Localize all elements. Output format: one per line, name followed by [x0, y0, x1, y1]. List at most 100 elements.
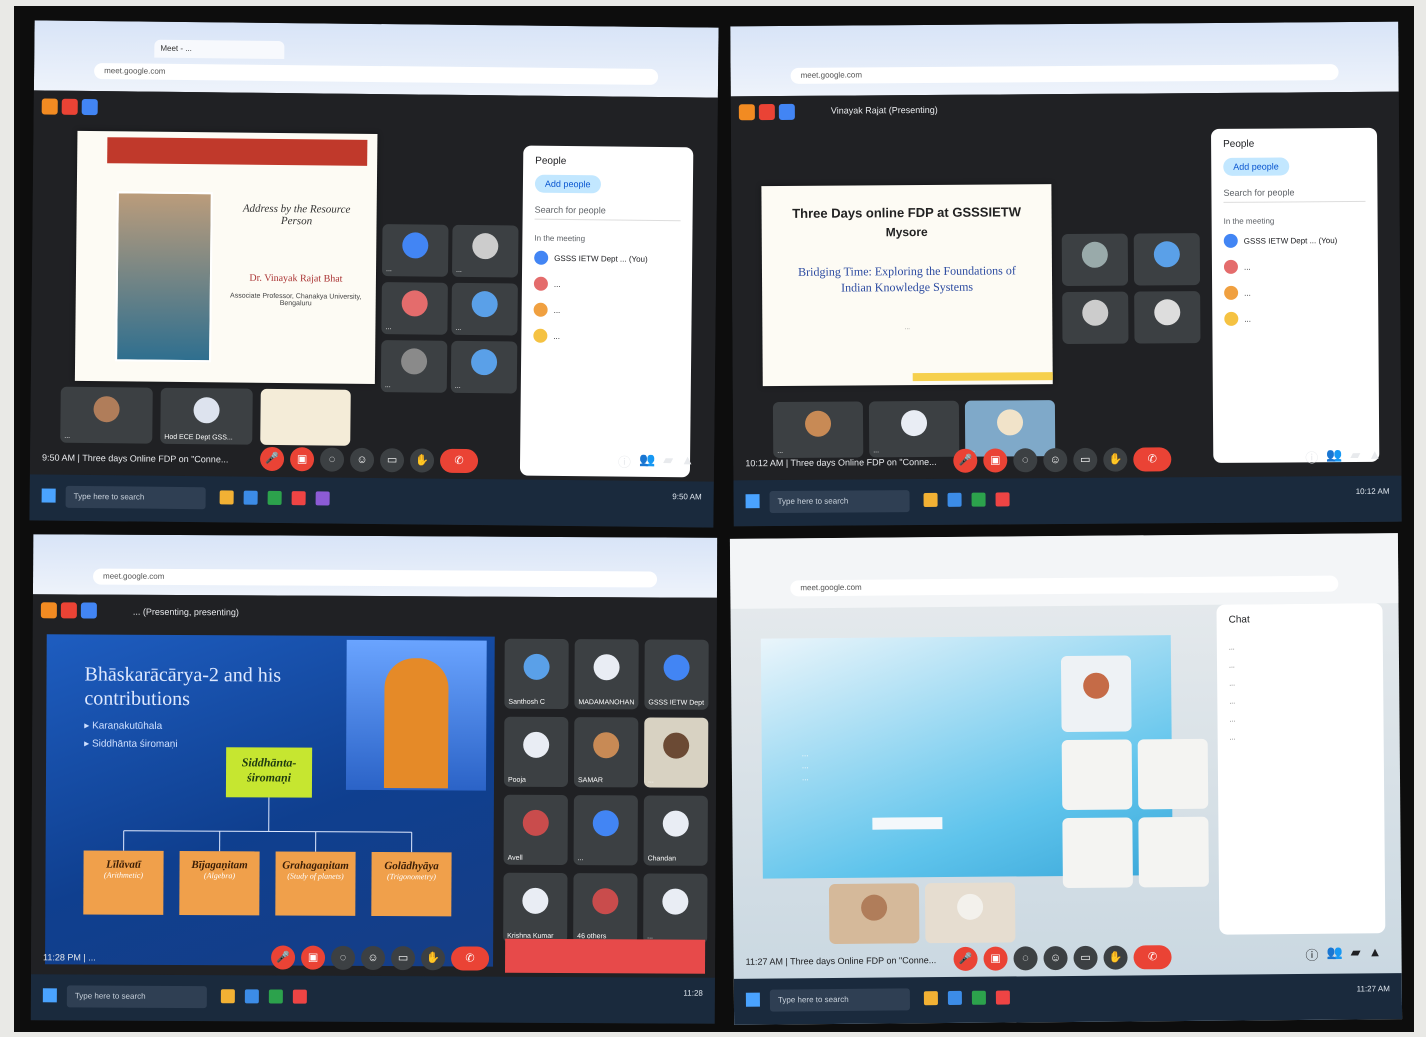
raise-hand-button[interactable]: ✋ [420, 946, 446, 971]
address-bar[interactable]: meet.google.com [94, 63, 659, 85]
app-icon[interactable] [778, 103, 795, 121]
participant-tile[interactable]: ... [868, 400, 960, 458]
raise-hand-button[interactable]: ✋ [1103, 447, 1128, 472]
camera-button[interactable]: ▣ [289, 447, 315, 472]
folder-icon[interactable] [219, 490, 234, 505]
participant-tile[interactable]: ... [380, 340, 448, 393]
present-button[interactable]: ▭ [1073, 945, 1098, 970]
chat-icon[interactable]: ▰ [663, 452, 673, 471]
activities-icon[interactable]: ▲ [1369, 944, 1382, 963]
info-icon[interactable]: ⓘ [618, 452, 631, 471]
leave-call-button[interactable]: ✆ [439, 448, 479, 474]
participant-row[interactable]: ... [521, 323, 691, 351]
store-icon[interactable] [268, 989, 283, 1004]
mic-button[interactable]: 🎤 [953, 946, 978, 971]
app-icon[interactable] [41, 98, 58, 115]
taskbar-search[interactable]: Type here to search [769, 490, 910, 514]
camera-button[interactable]: ▣ [301, 945, 326, 970]
present-button[interactable]: ▭ [379, 448, 405, 473]
participant-tile[interactable]: ... [450, 340, 518, 394]
edge-icon[interactable] [947, 492, 962, 507]
app-icon[interactable] [60, 602, 77, 619]
search-people-input[interactable]: Search for people [1223, 186, 1366, 203]
participant-tile[interactable] [828, 883, 920, 945]
browser-tab[interactable]: Meet - ... [154, 39, 285, 60]
participant-tile[interactable]: ... [772, 401, 864, 459]
app-icon[interactable] [40, 602, 57, 619]
app-icon[interactable] [81, 98, 98, 116]
reactions-button[interactable]: ☺ [349, 447, 375, 473]
screen-preview-tile[interactable] [260, 388, 351, 446]
store-icon[interactable] [971, 492, 986, 507]
taskbar-search[interactable]: Type here to search [66, 985, 207, 1009]
folder-icon[interactable] [220, 989, 235, 1004]
participant-row[interactable]: GSSS IETW Dept ... (You) [1212, 227, 1378, 254]
mic-button[interactable]: 🎤 [953, 448, 978, 473]
participant-row[interactable]: ... [1212, 253, 1378, 280]
participant-tile[interactable]: Krishna Kumar [503, 872, 568, 944]
participant-tile[interactable]: 46 others [573, 873, 638, 944]
app-icon[interactable] [738, 104, 755, 121]
participant-tile[interactable]: Santhosh C [504, 638, 569, 710]
taskbar-search[interactable]: Type here to search [65, 485, 206, 510]
address-bar[interactable]: meet.google.com [790, 575, 1339, 597]
reactions-button[interactable]: ☺ [361, 945, 386, 971]
reactions-button[interactable]: ☺ [1043, 945, 1068, 971]
leave-call-button[interactable]: ✆ [1133, 945, 1172, 970]
app-icon[interactable] [61, 98, 78, 115]
folder-icon[interactable] [923, 492, 938, 507]
search-people-input[interactable]: Search for people [534, 204, 681, 222]
camera-button[interactable]: ▣ [983, 946, 1008, 971]
participant-tile[interactable] [1061, 233, 1129, 287]
app-icon[interactable] [315, 491, 330, 506]
app-icon[interactable] [758, 104, 775, 121]
people-icon[interactable]: 👥 [639, 452, 655, 471]
chrome-icon[interactable] [291, 491, 306, 506]
people-icon[interactable]: 👥 [1326, 447, 1342, 466]
participant-row[interactable]: GSSS IETW Dept ... (You) [522, 245, 692, 273]
participant-tile[interactable]: ... [60, 386, 153, 444]
participant-tile[interactable] [1133, 233, 1201, 286]
participant-tile[interactable]: ... [451, 282, 518, 336]
windows-start-icon[interactable] [745, 494, 760, 509]
chat-icon[interactable]: ▰ [1350, 447, 1360, 466]
mic-button[interactable]: 🎤 [271, 945, 296, 970]
participant-tile[interactable]: ... [573, 795, 638, 866]
add-people-button[interactable]: Add people [1223, 157, 1289, 176]
chrome-icon[interactable] [995, 492, 1010, 507]
chat-icon[interactable]: ▰ [1351, 944, 1361, 963]
taskbar-search[interactable]: Type here to search [769, 988, 911, 1012]
participant-tile[interactable] [924, 882, 1016, 944]
leave-call-button[interactable]: ✆ [450, 946, 490, 971]
edge-icon[interactable] [244, 989, 259, 1004]
info-icon[interactable]: ⓘ [1305, 945, 1318, 964]
participant-tile[interactable]: Chandan [643, 795, 708, 866]
participant-tile[interactable] [1061, 739, 1133, 811]
participant-row[interactable]: ... [1212, 279, 1378, 306]
participant-tile[interactable] [1137, 738, 1209, 810]
captions-button[interactable]: ◌ [331, 945, 356, 970]
windows-start-icon[interactable] [745, 992, 760, 1007]
participant-tile[interactable]: ... [381, 282, 448, 335]
participant-row[interactable]: ... [522, 271, 692, 299]
participant-tile[interactable]: ... [381, 224, 449, 277]
participant-tile[interactable]: ... [451, 224, 519, 278]
mic-button[interactable]: 🎤 [259, 446, 285, 472]
participant-row[interactable]: ... [1212, 305, 1378, 332]
edge-icon[interactable] [243, 490, 258, 505]
participant-tile[interactable] [1062, 817, 1133, 889]
present-button[interactable]: ▭ [390, 946, 416, 971]
camera-button[interactable]: ▣ [983, 448, 1008, 473]
reactions-button[interactable]: ☺ [1043, 447, 1068, 473]
captions-button[interactable]: ◌ [1013, 946, 1038, 971]
participant-tile[interactable] [1060, 655, 1132, 733]
people-icon[interactable]: 👥 [1326, 945, 1342, 964]
participant-tile[interactable]: ... [643, 873, 708, 944]
folder-icon[interactable] [923, 991, 938, 1006]
store-icon[interactable] [267, 490, 282, 506]
captions-button[interactable]: ◌ [1013, 448, 1038, 473]
activities-icon[interactable]: ▲ [1368, 447, 1381, 466]
participant-tile[interactable]: SAMAR [573, 717, 639, 788]
edge-icon[interactable] [947, 990, 962, 1006]
activities-icon[interactable]: ▲ [681, 452, 694, 471]
